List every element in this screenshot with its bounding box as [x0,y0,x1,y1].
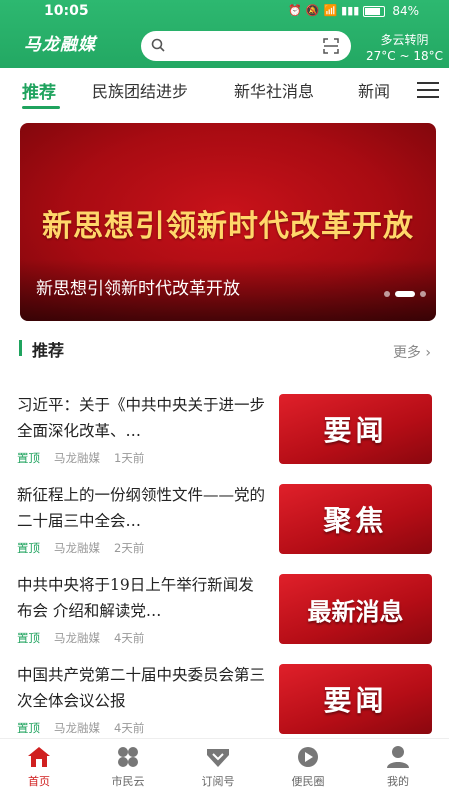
bottom-nav: 首页 市民云 订阅号 便民圈 我的 [0,738,449,800]
channel-tabs: 推荐 民族团结进步 新华社消息 新闻 [0,68,449,112]
news-source: 马龙融媒 [54,451,100,465]
battery-percent: 84% [392,4,419,18]
news-source: 马龙融媒 [54,541,100,555]
news-title: 习近平：关于《中共中央关于进一步全面深化改革、… [17,396,266,440]
news-thumbnail: 聚焦 [279,484,432,554]
search-icon [151,38,165,52]
section-title: 推荐 [32,341,65,360]
carousel-dot[interactable] [420,291,426,297]
news-time: 1天前 [114,451,145,465]
tab-ethnic-unity[interactable]: 民族团结进步 [92,78,188,102]
search-bar[interactable] [141,31,351,61]
banner-carousel[interactable]: 新思想引领新时代改革开放 新思想引领新时代改革开放 [20,123,436,321]
pinned-tag: 置顶 [17,541,40,555]
more-link[interactable]: 更多 › [393,342,431,362]
carousel-dot-active[interactable] [395,291,415,297]
battery-icon [363,5,386,17]
home-icon [28,747,50,767]
thumbnail-text: 要闻 [323,684,388,717]
weather-temp: 27°C ~ 18°C [366,49,443,63]
nav-label: 便民圈 [291,775,325,788]
circle-icon [298,747,318,767]
news-thumbnail: 最新消息 [279,574,432,644]
chevron-right-icon: › [425,345,431,361]
news-title: 新征程上的一份纲领性文件——党的二十届三中全会… [17,486,266,530]
search-input[interactable] [171,37,321,55]
nav-convenience[interactable]: 便民圈 [273,745,343,789]
news-meta: 置顶 马龙融媒 2天前 [17,540,144,556]
nav-label: 首页 [28,775,50,788]
banner-headline: 新思想引领新时代改革开放 [42,209,414,244]
news-source: 马龙融媒 [54,721,100,735]
wifi-icon: 📶 [323,4,338,17]
weather-condition: 多云转阴 [380,33,429,47]
nav-citizen-cloud[interactable]: 市民云 [93,745,163,789]
tab-recommend[interactable]: 推荐 [22,78,56,103]
status-time: 10:05 [44,3,89,19]
news-item[interactable]: 中国共产党第二十届中央委员会第三次全体会议公报 置顶 马龙融媒 4天前 要闻 [0,662,449,750]
thumbnail-text: 最新消息 [307,597,404,626]
news-item[interactable]: 新征程上的一份纲领性文件——党的二十届三中全会… 置顶 马龙融媒 2天前 聚焦 [0,482,449,570]
news-time: 4天前 [114,721,145,735]
news-source: 马龙融媒 [54,631,100,645]
grid-icon [118,747,138,767]
news-title: 中国共产党第二十届中央委员会第三次全体会议公报 [17,666,266,710]
app-logo: 马龙融媒 [24,35,96,55]
alarm-icon: ⏰ [288,4,302,17]
tab-xinhua[interactable]: 新华社消息 [234,78,314,102]
app-header: 10:05 ⏰ 🔕 📶 ▮▮▮ 84% 马龙融媒 多云转阴 27°C ~ 18°… [0,0,449,68]
heart-icon [207,749,229,767]
nav-profile[interactable]: 我的 [363,745,433,789]
active-tab-indicator [22,106,60,109]
tab-news[interactable]: 新闻 [358,78,390,102]
weather-widget[interactable]: 多云转阴 27°C ~ 18°C [366,32,443,64]
news-time: 2天前 [114,541,145,555]
scan-icon[interactable] [323,38,339,54]
user-icon [387,746,409,768]
nav-home[interactable]: 首页 [4,745,74,789]
banner-caption: 新思想引领新时代改革开放 [36,279,240,299]
news-meta: 置顶 马龙融媒 1天前 [17,450,144,466]
carousel-dot[interactable] [384,291,390,297]
nav-label: 市民云 [111,775,145,788]
pinned-tag: 置顶 [17,631,40,645]
thumbnail-text: 要闻 [323,414,388,447]
section-accent-bar [19,340,22,356]
status-bar: 10:05 ⏰ 🔕 📶 ▮▮▮ 84% [0,0,449,24]
status-icons: ⏰ 🔕 📶 ▮▮▮ 84% [288,4,419,18]
news-thumbnail: 要闻 [279,664,432,734]
mute-icon: 🔕 [305,4,320,17]
thumbnail-text: 聚焦 [323,504,388,537]
nav-subscriptions[interactable]: 订阅号 [183,745,253,789]
news-meta: 置顶 马龙融媒 4天前 [17,720,144,736]
more-label: 更多 [392,345,421,361]
nav-label: 订阅号 [201,775,235,788]
news-item[interactable]: 中共中央将于19日上午举行新闻发布会 介绍和解读党… 置顶 马龙融媒 4天前 最… [0,572,449,660]
news-item[interactable]: 习近平：关于《中共中央关于进一步全面深化改革、… 置顶 马龙融媒 1天前 要闻 [0,392,449,480]
signal-icon: ▮▮▮ [341,4,360,17]
carousel-dots [384,291,426,297]
news-meta: 置顶 马龙融媒 4天前 [17,630,144,646]
pinned-tag: 置顶 [17,451,40,465]
news-title: 中共中央将于19日上午举行新闻发布会 介绍和解读党… [17,576,254,620]
news-time: 4天前 [114,631,145,645]
nav-label: 我的 [387,775,409,788]
news-thumbnail: 要闻 [279,394,432,464]
menu-icon[interactable] [417,82,439,98]
pinned-tag: 置顶 [17,721,40,735]
